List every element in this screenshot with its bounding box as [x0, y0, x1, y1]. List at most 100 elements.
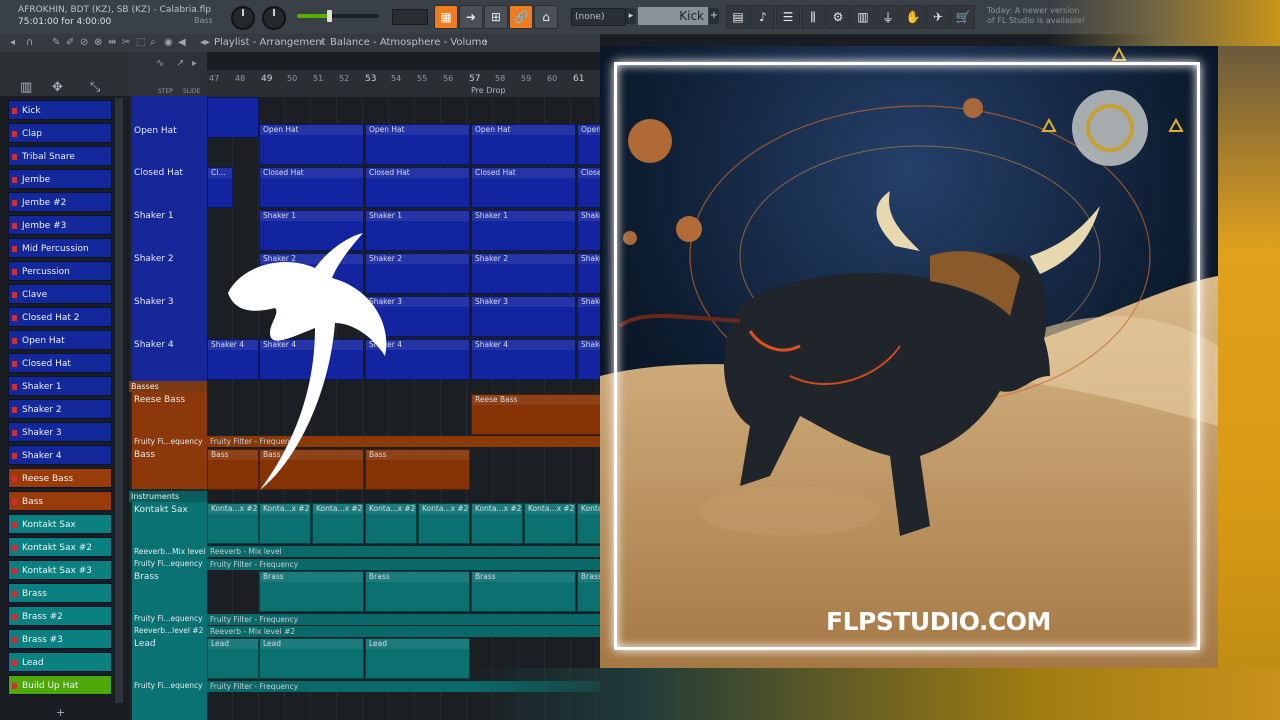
timeline-ruler[interactable]: 47 48 49 50 51 52 53 54 55 56 57 58 59 60 61: [207, 70, 600, 98]
pattern-song-toggle-button[interactable]: ▦: [434, 5, 458, 29]
track-shaker-4[interactable]: Shaker 4: [132, 340, 207, 350]
channel-button[interactable]: Jembe: [8, 169, 112, 189]
clip-kontakt-sax[interactable]: Konta...x #2: [365, 503, 417, 544]
shop-button[interactable]: 🛒: [951, 5, 975, 29]
channel-button[interactable]: Mid Percussion: [8, 238, 112, 258]
clip-kontakt-sax[interactable]: Konta...x #2: [471, 503, 523, 544]
channel-button[interactable]: Shaker 1: [8, 376, 112, 396]
channel-button[interactable]: Lead: [8, 652, 112, 672]
pattern-none-select[interactable]: (none): [571, 8, 626, 26]
track-fruity-filter[interactable]: Fruity Fi...equency: [132, 437, 207, 446]
channel-button[interactable]: Jembe #2: [8, 192, 112, 212]
clip-shaker-3[interactable]: Shaker 3: [471, 296, 576, 337]
clip-reese-bass[interactable]: Reese Bass: [471, 394, 606, 435]
track-kontakt-sax[interactable]: Kontakt Sax: [132, 505, 207, 515]
plugin-database-button[interactable]: ⏚: [876, 5, 900, 29]
clip-kontakt-sax[interactable]: Konta...x #2: [207, 503, 259, 544]
channel-button[interactable]: Closed Hat 2: [8, 307, 112, 327]
touch-keyboard-button[interactable]: ✋: [901, 5, 925, 29]
delete-tool-icon[interactable]: ⊘: [80, 37, 88, 48]
clip-brass[interactable]: Brass: [365, 571, 470, 612]
add-channel-button[interactable]: +: [56, 706, 65, 719]
speaker-icon[interactable]: ◀: [178, 37, 186, 48]
playlist-breadcrumb[interactable]: Playlist - Arrangement: [214, 37, 326, 48]
pattern-selector[interactable]: Kick: [638, 7, 708, 25]
channel-button[interactable]: Clave: [8, 284, 112, 304]
wand-icon[interactable]: ↗: [176, 58, 184, 69]
mute-tool-icon[interactable]: ⊗: [94, 37, 102, 48]
channel-button[interactable]: Brass: [8, 583, 112, 603]
scroll-icon[interactable]: ▸: [192, 58, 197, 69]
track-bass[interactable]: Bass: [132, 450, 207, 460]
playlist-options-arrow-icon[interactable]: ◂▸: [200, 37, 210, 48]
channel-button[interactable]: Tribal Snare: [8, 146, 112, 166]
track-fruity-filter-4[interactable]: Fruity Fi...equency: [132, 681, 207, 690]
menu-arrow-icon[interactable]: ◂: [10, 37, 15, 48]
channel-button[interactable]: Shaker 3: [8, 422, 112, 442]
playlist-button[interactable]: ▤: [726, 5, 750, 29]
browser-button[interactable]: ▥: [851, 5, 875, 29]
channel-button[interactable]: Kontakt Sax #3: [8, 560, 112, 580]
channel-button[interactable]: Kick: [8, 100, 112, 120]
track-fruity-filter-3[interactable]: Fruity Fi...equency: [132, 614, 207, 623]
track-lead[interactable]: Lead: [132, 639, 207, 649]
channel-button[interactable]: Bass: [8, 491, 112, 511]
pattern-prev-arrow[interactable]: ▸: [626, 8, 636, 24]
slice-tool-icon[interactable]: ✂: [122, 37, 130, 48]
paint-tool-icon[interactable]: ✐: [66, 37, 74, 48]
clip-closed-hat[interactable]: Closed Hat: [365, 167, 470, 208]
clip-closed-hat[interactable]: Closed Hat: [259, 167, 364, 208]
master-volume-knob[interactable]: [231, 6, 255, 30]
clip-closed-hat-short[interactable]: Cl...: [207, 167, 233, 208]
track-fruity-filter-2[interactable]: Fruity Fi...equency: [132, 559, 207, 568]
channel-button[interactable]: Open Hat: [8, 330, 112, 350]
channel-button[interactable]: Brass #2: [8, 606, 112, 626]
channel-button[interactable]: Reese Bass: [8, 468, 112, 488]
channel-scrollbar[interactable]: [115, 98, 123, 703]
draw-tool-icon[interactable]: ✎: [52, 37, 60, 48]
clip-empty-blue[interactable]: [207, 97, 259, 138]
track-reverb-mix-2[interactable]: Reeverb...level #2: [132, 626, 207, 635]
track-shaker-3[interactable]: Shaker 3: [132, 297, 207, 307]
clip-closed-hat[interactable]: Closed Hat: [471, 167, 576, 208]
basses-group-header[interactable]: Basses: [129, 381, 207, 392]
channel-button[interactable]: Shaker 4: [8, 445, 112, 465]
track-closed-hat[interactable]: Closed Hat: [132, 168, 207, 178]
clip-lead[interactable]: Lead: [259, 638, 364, 679]
clip-kontakt-sax[interactable]: Konta...x #2: [524, 503, 576, 544]
clip-shaker-1[interactable]: Shaker 1: [471, 210, 576, 251]
pattern-add-plus[interactable]: +: [709, 8, 719, 24]
mixer-button[interactable]: ⫼: [801, 5, 825, 29]
clip-open-hat[interactable]: Open Hat: [259, 124, 364, 165]
link-button[interactable]: 🔗: [509, 5, 533, 29]
track-open-hat[interactable]: Open Hat: [132, 126, 207, 136]
channel-button[interactable]: Kontakt Sax #2: [8, 537, 112, 557]
clip-kontakt-sax[interactable]: Konta...x #2: [259, 503, 311, 544]
clip-kontakt-sax[interactable]: Konta...x #2: [418, 503, 470, 544]
channel-button[interactable]: Clap: [8, 123, 112, 143]
channel-button[interactable]: Percussion: [8, 261, 112, 281]
clip-reverb-mix-2[interactable]: Reeverb - Mix level #2: [207, 626, 600, 637]
channel-button[interactable]: Build Up Hat: [8, 675, 112, 695]
automation-target[interactable]: Balance - Atmosphere - Volume: [330, 37, 488, 48]
track-shaker-1[interactable]: Shaker 1: [132, 211, 207, 221]
clip-kontakt-sax[interactable]: Konta...x #2: [312, 503, 364, 544]
clip-reverb-mix[interactable]: Reeverb - Mix level: [207, 546, 600, 557]
master-pitch-knob[interactable]: [262, 6, 286, 30]
plugin-picker-button[interactable]: ⚙: [826, 5, 850, 29]
slip-tool-icon[interactable]: ⇹: [108, 37, 116, 48]
project-info-button[interactable]: ✈: [926, 5, 950, 29]
cable-icon[interactable]: ⤡: [90, 80, 100, 95]
clip-fruity-filter-2[interactable]: Fruity Filter - Frequency: [207, 559, 600, 570]
channel-button[interactable]: Brass #3: [8, 629, 112, 649]
playback-tool-icon[interactable]: ◉: [164, 37, 173, 48]
piano-icon[interactable]: ▥: [20, 80, 32, 95]
channel-button[interactable]: Kontakt Sax: [8, 514, 112, 534]
channel-rack-button[interactable]: ☰: [776, 5, 800, 29]
track-brass[interactable]: Brass: [132, 572, 207, 582]
metronome-button[interactable]: ⌂: [534, 5, 558, 29]
instruments-group-header[interactable]: Instruments: [129, 491, 207, 502]
clip-open-hat[interactable]: Open Hat: [365, 124, 470, 165]
clip-brass[interactable]: Brass: [259, 571, 364, 612]
snap-icon[interactable]: ∿: [156, 58, 164, 69]
